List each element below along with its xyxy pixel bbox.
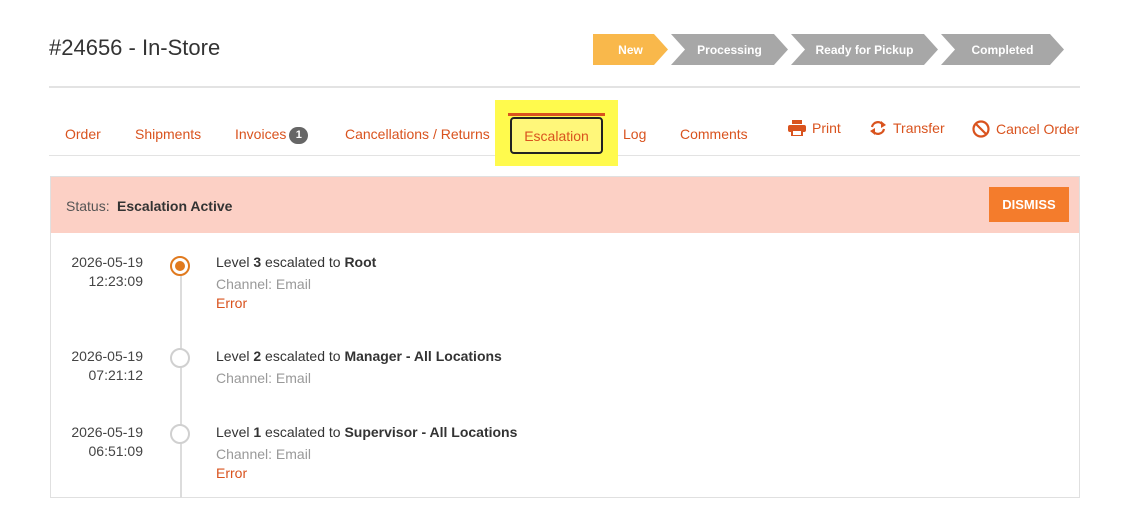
status-value: Escalation Active [117,198,233,214]
level-prefix: Level [216,424,250,440]
cancel-circle-icon [972,120,990,138]
tab-log[interactable]: Log [623,126,646,142]
escalation-target: Supervisor - All Locations [344,424,518,440]
print-label: Print [812,120,841,136]
escalation-target: Manager - All Locations [344,348,502,364]
step-label: New [618,42,643,57]
order-progress-steps: New Processing Ready for Pickup Complete… [593,34,1067,65]
header-divider [49,86,1080,88]
entry-timestamp: 2026-05-19 06:51:09 [51,423,143,461]
tab-escalation[interactable]: Escalation [510,117,603,154]
escalated-to-text: escalated to [265,424,341,440]
order-tabs: Order Shipments Invoices 1 Cancellations … [49,100,1080,166]
transfer-icon [870,121,886,135]
entry-date: 2026-05-19 [71,254,143,270]
timeline-dot [170,424,190,444]
transfer-button[interactable]: Transfer [869,120,945,136]
printer-icon [788,120,806,136]
invoices-count-badge: 1 [289,126,309,144]
entry-summary: Level 2 escalated to Manager - All Locat… [216,347,502,366]
step-label: Processing [697,42,762,57]
escalation-tab-highlight: Escalation [495,100,618,166]
tab-invoices[interactable]: Invoices 1 [235,126,309,144]
status-bar: Status: Escalation Active DISMISS [51,177,1079,233]
active-tab-indicator [508,113,605,116]
step-label: Ready for Pickup [815,42,914,57]
step-new: New [593,34,668,65]
tab-shipments[interactable]: Shipments [135,126,201,142]
entry-channel: Channel: Email [216,276,311,292]
entry-time: 12:23:09 [88,273,144,289]
escalation-target: Root [344,254,377,270]
level-prefix: Level [216,348,250,364]
tab-comments[interactable]: Comments [680,126,748,142]
tab-cancellations-returns[interactable]: Cancellations / Returns [345,126,490,142]
timeline-dot [170,348,190,368]
entry-summary: Level 3 escalated to Root [216,253,376,272]
step-processing: Processing [671,34,788,65]
timeline-line [180,267,182,498]
entry-channel: Channel: Email [216,370,311,386]
page-title: #24656 - In-Store [49,35,221,60]
status-label: Status: [66,198,110,214]
entry-body: Level 1 escalated to Supervisor - All Lo… [216,423,517,483]
entry-error: Error [216,295,248,311]
step-label: Completed [971,42,1034,57]
entry-time: 06:51:09 [88,443,144,459]
level-prefix: Level [216,254,250,270]
tab-order[interactable]: Order [65,126,101,142]
entry-channel: Channel: Email [216,446,311,462]
transfer-label: Transfer [893,120,945,136]
step-ready-for-pickup: Ready for Pickup [791,34,938,65]
escalated-to-text: escalated to [265,254,341,270]
escalated-to-text: escalated to [265,348,341,364]
entry-date: 2026-05-19 [71,348,143,364]
print-button[interactable]: Print [788,120,841,136]
cancel-order-label: Cancel Order [996,121,1080,137]
entry-time: 07:21:12 [88,367,144,383]
entry-summary: Level 1 escalated to Supervisor - All Lo… [216,423,517,442]
level-number: 2 [253,348,262,364]
entry-body: Level 3 escalated to Root Channel: Email… [216,253,376,313]
cancel-order-button[interactable]: Cancel Order [972,120,1079,138]
entry-body: Level 2 escalated to Manager - All Locat… [216,347,502,388]
entry-timestamp: 2026-05-19 07:21:12 [51,347,143,385]
entry-date: 2026-05-19 [71,424,143,440]
level-number: 3 [253,254,262,270]
level-number: 1 [253,424,262,440]
escalation-panel: Status: Escalation Active DISMISS 2026-0… [50,176,1080,498]
timeline-dot-active [170,256,190,276]
step-completed: Completed [941,34,1064,65]
dismiss-button[interactable]: DISMISS [989,187,1069,222]
tab-invoices-label: Invoices [235,126,287,142]
entry-error: Error [216,465,248,481]
entry-timestamp: 2026-05-19 12:23:09 [51,253,143,291]
